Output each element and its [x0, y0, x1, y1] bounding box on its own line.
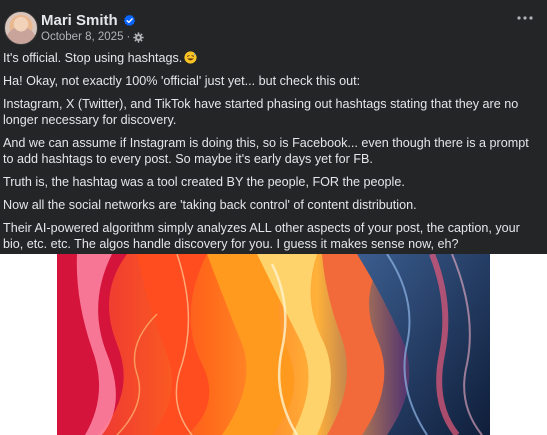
abstract-fluid-art-image	[57, 254, 490, 435]
post-paragraph-5: Truth is, the hashtag was a tool created…	[3, 175, 405, 189]
post-timestamp[interactable]: October 8, 2025	[41, 31, 123, 43]
meta-separator: ·	[126, 31, 131, 43]
post-paragraph-3: Instagram, X (Twitter), and TikTok have …	[3, 97, 519, 127]
author-name[interactable]: Mari Smith	[41, 12, 118, 29]
grinning-sweat-emoji-icon	[184, 51, 197, 64]
author-name-row: Mari Smith	[41, 11, 136, 29]
facebook-post: Mari Smith October 8, 2025 · It's offici…	[0, 0, 547, 254]
author-avatar[interactable]	[4, 11, 38, 45]
post-image[interactable]	[57, 254, 490, 435]
post-paragraph-2: Ha! Okay, not exactly 100% 'official' ju…	[3, 74, 361, 88]
settings-gear-icon[interactable]	[133, 31, 144, 43]
post-body: It's official. Stop using hashtags. Ha! …	[3, 50, 541, 259]
post-paragraph-1: It's official. Stop using hashtags.	[3, 50, 541, 66]
post-header: Mari Smith October 8, 2025 ·	[0, 0, 547, 46]
post-paragraph-7: Their AI-powered algorithm simply analyz…	[3, 221, 520, 251]
post-meta: October 8, 2025 ·	[41, 30, 144, 44]
post-paragraph-4: And we can assume if Instagram is doing …	[3, 136, 529, 166]
post-paragraph-1-text: It's official. Stop using hashtags.	[3, 51, 183, 65]
verified-badge-icon	[123, 14, 135, 26]
post-paragraph-6: Now all the social networks are 'taking …	[3, 198, 417, 212]
more-options-icon[interactable]	[516, 14, 534, 22]
